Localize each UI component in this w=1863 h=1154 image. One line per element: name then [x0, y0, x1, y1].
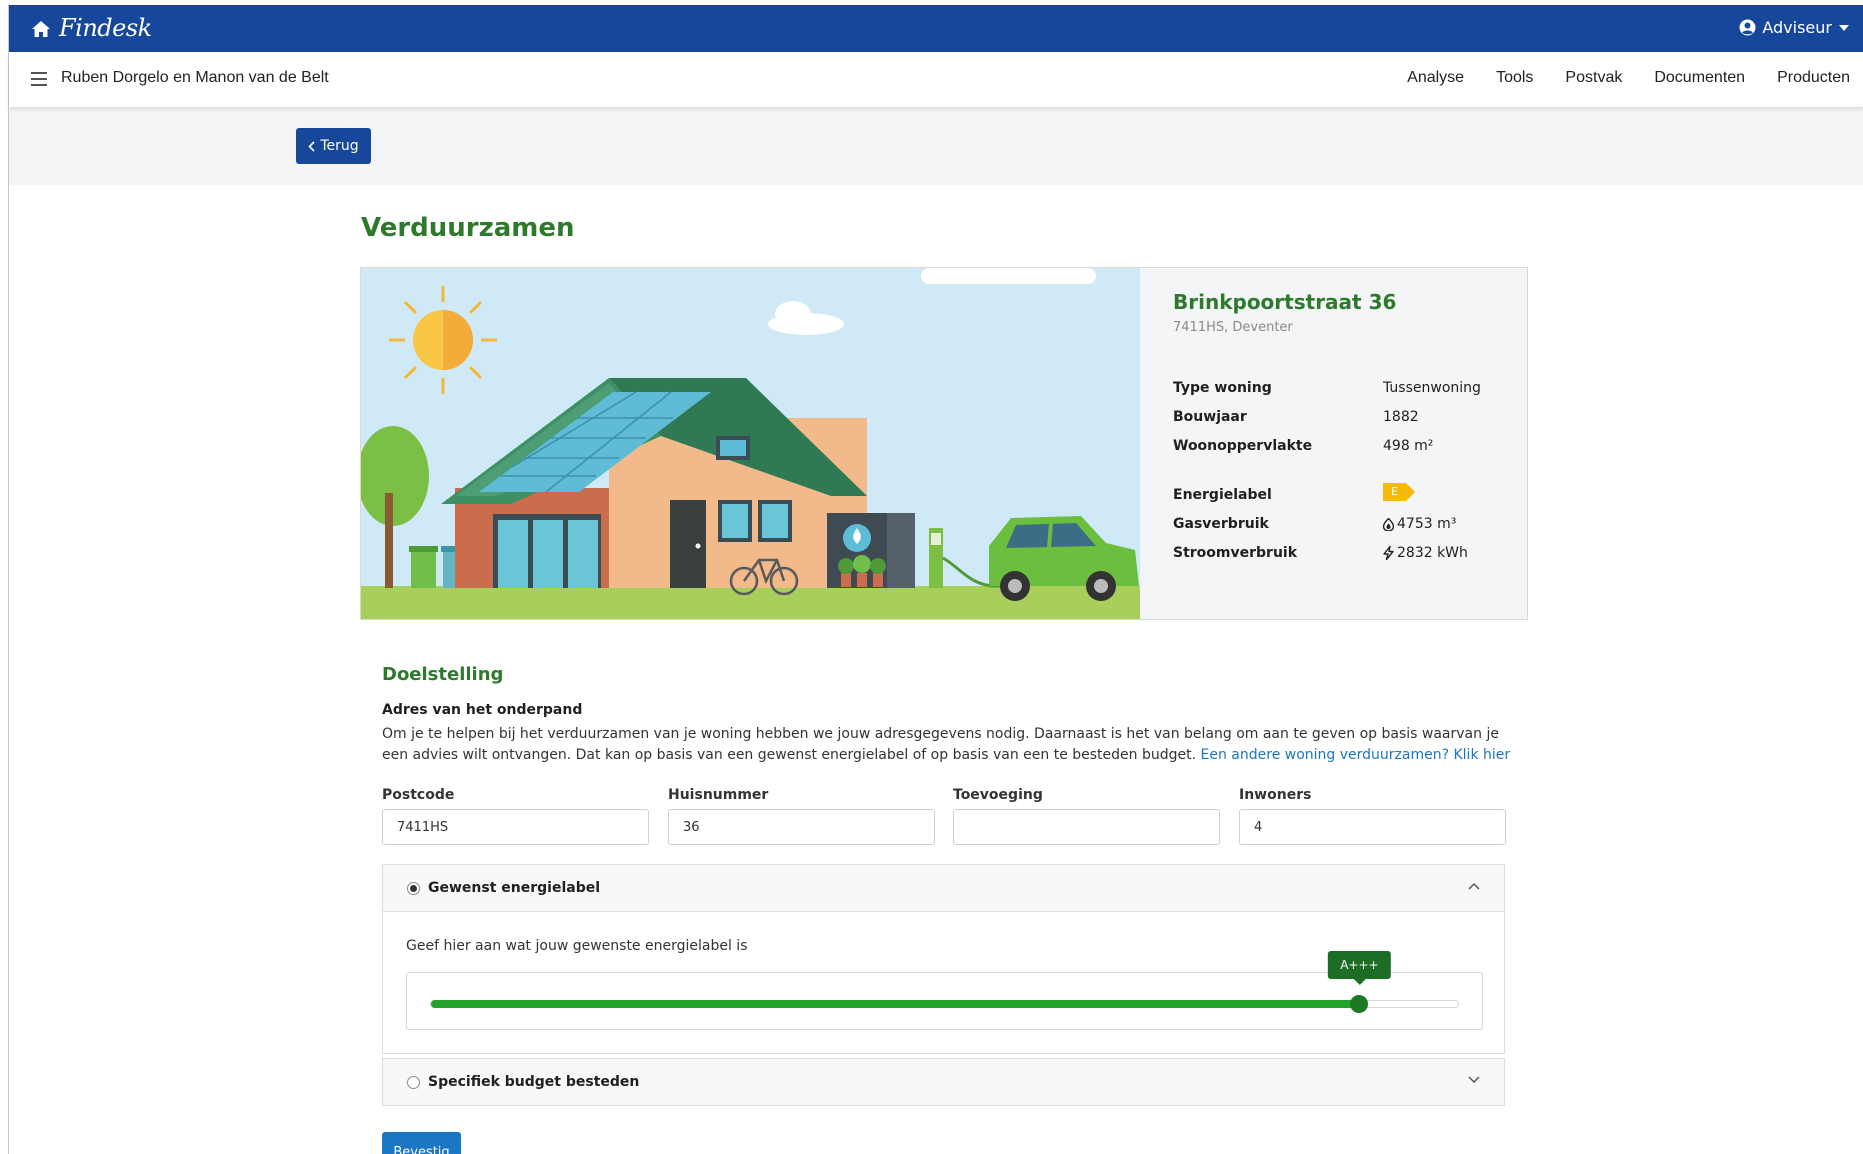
huisnummer-label: Huisnummer [668, 787, 769, 803]
energielabel-radio[interactable] [407, 881, 420, 895]
property-card: Brinkpoortstraat 36 7411HS, Deventer Typ… [360, 267, 1528, 620]
energy-label-badge: E [1383, 483, 1415, 501]
accordion-energielabel: Gewenst energielabel Geef hier aan wat j… [382, 864, 1505, 1054]
user-menu-label: Adviseur [1762, 18, 1832, 37]
detail-label: Type woning [1173, 380, 1272, 396]
back-strip: Terug [9, 107, 1863, 185]
gas-value: 4753 m³ [1397, 516, 1457, 532]
chevron-left-icon [308, 140, 315, 152]
accordion-body-energielabel: Geef hier aan wat jouw gewenste energiel… [383, 911, 1504, 1053]
property-street: Brinkpoortstraat 36 [1173, 290, 1397, 314]
client-name: Ruben Dorgelo en Manon van de Belt [61, 69, 329, 86]
menu-icon[interactable] [31, 72, 47, 86]
detail-value: 1882 [1383, 409, 1419, 425]
description-text: Om je te helpen bij het verduurzamen van… [382, 724, 1512, 766]
top-bar: Findesk Adviseur [9, 5, 1863, 52]
detail-value: Tussenwoning [1383, 380, 1481, 396]
user-avatar-icon [1739, 19, 1756, 36]
section-title-doelstelling: Doelstelling [382, 664, 504, 685]
detail-label: Bouwjaar [1173, 409, 1247, 425]
property-city: 7411HS, Deventer [1173, 320, 1293, 335]
postcode-label: Postcode [382, 787, 455, 803]
detail-row-bouwjaar: Bouwjaar 1882 [1173, 409, 1513, 429]
energielabel-option-label: Gewenst energielabel [428, 880, 601, 896]
user-menu[interactable]: Adviseur [1739, 18, 1850, 37]
accordion-header-energielabel[interactable]: Gewenst energielabel [383, 865, 1504, 911]
caret-down-icon [1839, 24, 1849, 31]
accordion-header-budget[interactable]: Specifiek budget besteden [383, 1059, 1504, 1105]
address-subtitle: Adres van het onderpand [382, 702, 583, 718]
huisnummer-field: Huisnummer [668, 787, 935, 845]
detail-row-gas: Gasverbruik 4753 m³ [1173, 516, 1513, 536]
house-illustration [361, 268, 1140, 619]
back-button[interactable]: Terug [296, 128, 371, 164]
slider-value-tooltip: A+++ [1328, 951, 1391, 985]
slider-fill [431, 1000, 1360, 1008]
chevron-up-icon[interactable] [1468, 882, 1480, 890]
slider-thumb[interactable] [1350, 995, 1369, 1013]
inwoners-input[interactable] [1239, 809, 1506, 845]
detail-row-stroom: Stroomverbruik 2832 kWh [1173, 545, 1513, 565]
detail-value: 498 m² [1383, 438, 1434, 454]
energielabel-slider-track[interactable]: A+++ [430, 951, 1459, 1013]
chevron-down-icon[interactable] [1468, 1076, 1480, 1084]
energielabel-hint: Geef hier aan wat jouw gewenste energiel… [406, 938, 748, 954]
main-nav: Analyse Tools Postvak Documenten Product… [1407, 69, 1850, 87]
budget-radio[interactable] [407, 1075, 420, 1089]
nav-tools[interactable]: Tools [1496, 69, 1533, 87]
power-value: 2832 kWh [1397, 545, 1468, 561]
flame-icon [1383, 517, 1394, 531]
toevoeging-label: Toevoeging [953, 787, 1043, 803]
brand-logo[interactable]: Findesk [59, 14, 152, 42]
context-bar: Ruben Dorgelo en Manon van de Belt Analy… [9, 52, 1863, 107]
power-title: Stroomverbruik [1173, 545, 1298, 561]
home-icon[interactable] [31, 19, 51, 39]
other-house-link[interactable]: Een andere woning verduurzamen? Klik hie… [1201, 747, 1511, 763]
nav-documenten[interactable]: Documenten [1654, 69, 1745, 87]
budget-option-label: Specifiek budget besteden [428, 1074, 640, 1090]
nav-producten[interactable]: Producten [1777, 69, 1850, 87]
toevoeging-input[interactable] [953, 809, 1220, 845]
app-frame: Findesk Adviseur Ruben Dorgelo en Manon … [8, 5, 1863, 1154]
lightning-icon [1383, 546, 1394, 560]
energielabel-slider-box: A+++ [406, 951, 1483, 1030]
detail-row-energielabel: Energielabel E [1173, 483, 1513, 507]
nav-postvak[interactable]: Postvak [1565, 69, 1622, 87]
detail-row-oppervlakte: Woonoppervlakte 498 m² [1173, 438, 1513, 458]
energielabel-title: Energielabel [1173, 487, 1272, 503]
page-title: Verduurzamen [361, 213, 575, 243]
huisnummer-input[interactable] [668, 809, 935, 845]
detail-label: Woonoppervlakte [1173, 438, 1313, 454]
gas-title: Gasverbruik [1173, 516, 1269, 532]
nav-analyse[interactable]: Analyse [1407, 69, 1464, 87]
inwoners-field: Inwoners [1239, 787, 1506, 845]
property-info: Brinkpoortstraat 36 7411HS, Deventer Typ… [1173, 290, 1513, 561]
confirm-button[interactable]: Bevestig [382, 1132, 461, 1154]
toevoeging-field: Toevoeging [953, 787, 1220, 845]
postcode-field: Postcode [382, 787, 649, 845]
postcode-input[interactable] [382, 809, 649, 845]
detail-row-type: Type woning Tussenwoning [1173, 380, 1513, 400]
accordion-budget: Specifiek budget besteden [382, 1058, 1505, 1106]
inwoners-label: Inwoners [1239, 787, 1312, 803]
back-button-label: Terug [320, 138, 359, 154]
